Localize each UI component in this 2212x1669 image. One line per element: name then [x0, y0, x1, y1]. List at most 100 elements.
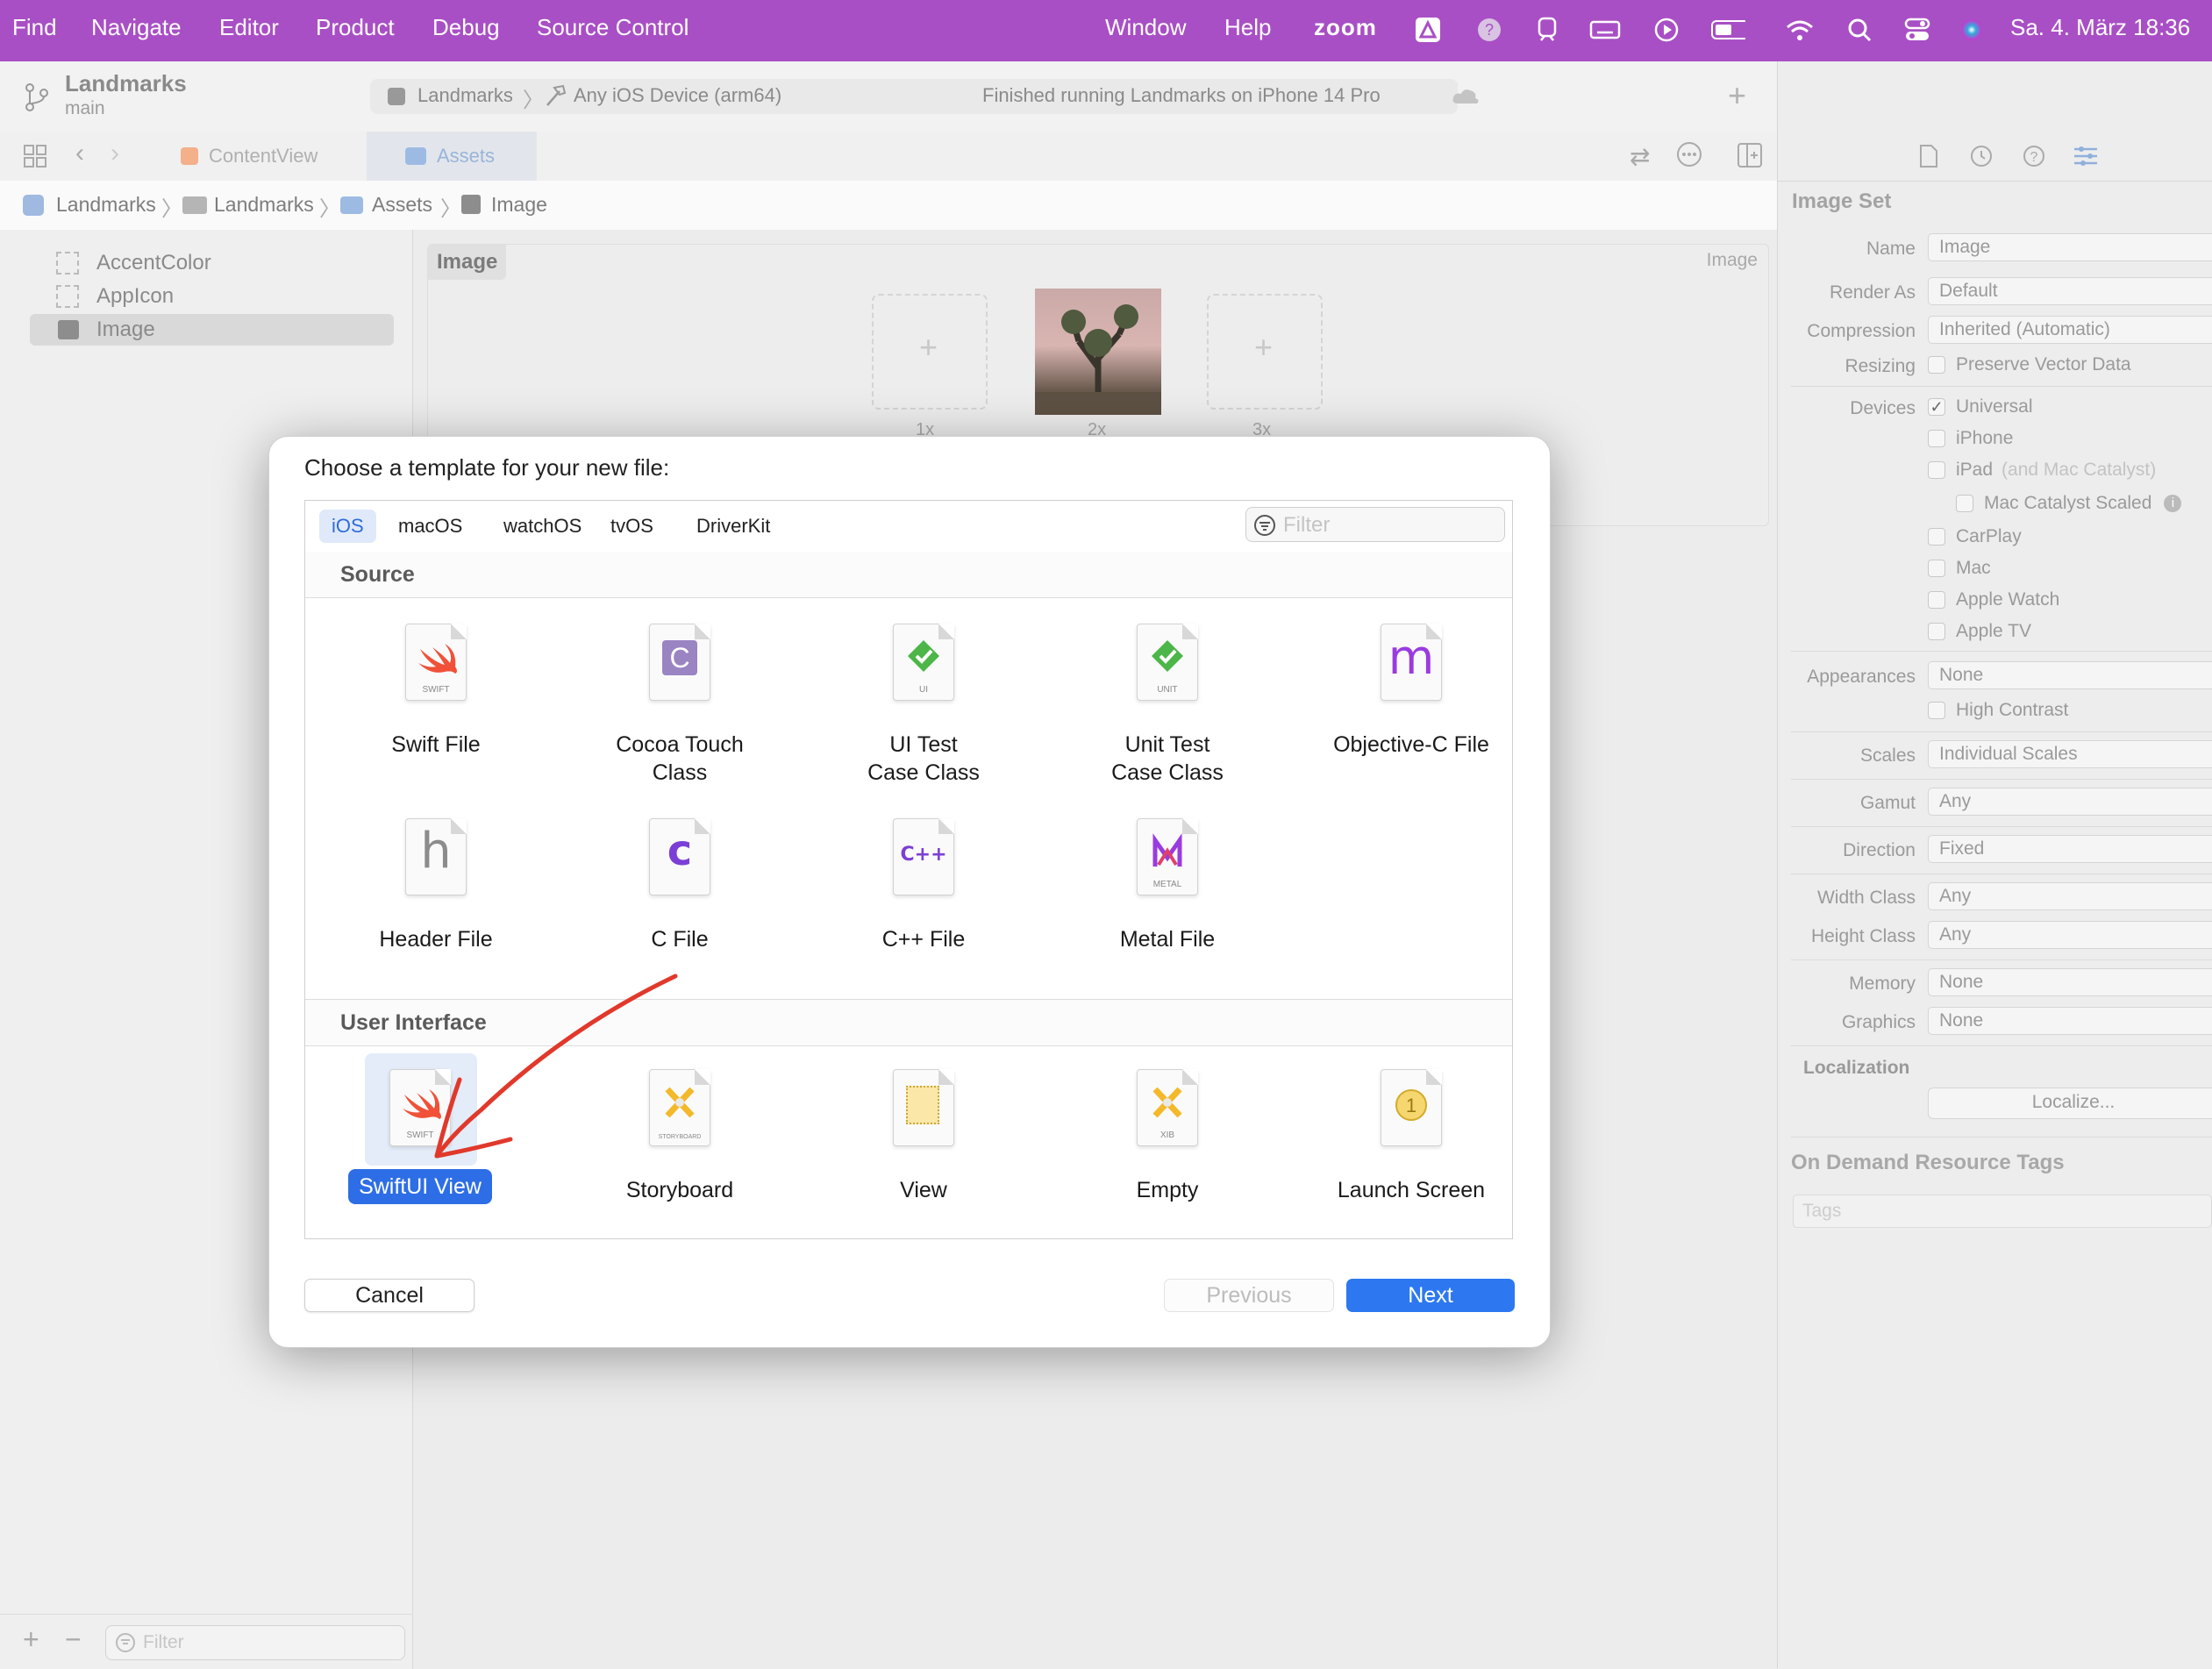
template-swiftui-view[interactable]: SWIFT SwiftUI View — [302, 1069, 539, 1204]
localize-button[interactable]: Localize... — [1928, 1088, 2212, 1119]
tab-driverkit[interactable]: DriverKit — [684, 510, 782, 543]
height-class-select[interactable]: Any — [1928, 921, 2212, 949]
previous-button[interactable]: Previous — [1164, 1279, 1334, 1312]
template-filter-input[interactable]: Filter — [1245, 507, 1505, 542]
grid-icon[interactable] — [23, 144, 47, 173]
render-as-select[interactable]: Default — [1928, 277, 2212, 305]
menu-debug[interactable]: Debug — [432, 14, 500, 41]
tab-macos[interactable]: macOS — [386, 510, 475, 543]
template-ui-test-case-class[interactable]: UI UI Test Case Class — [805, 624, 1042, 787]
tab-ios[interactable]: iOS — [319, 510, 376, 543]
cancel-button[interactable]: Cancel — [304, 1279, 475, 1312]
template-storyboard[interactable]: STORYBOARD Storyboard — [561, 1069, 798, 1204]
template-objective-c-file[interactable]: m Objective-C File — [1293, 624, 1530, 759]
history-icon[interactable] — [1969, 144, 1994, 173]
high-contrast-checkbox[interactable]: High Contrast — [1928, 700, 2068, 721]
menu-editor[interactable]: Editor — [219, 14, 279, 41]
zoom-menu[interactable]: zoom — [1314, 14, 1377, 41]
nav-item-image[interactable]: Image — [30, 314, 394, 346]
menu-help[interactable]: Help — [1224, 14, 1271, 41]
tab-watchos[interactable]: watchOS — [491, 510, 594, 543]
graphics-select[interactable]: None — [1928, 1007, 2212, 1035]
gamut-select[interactable]: Any — [1928, 788, 2212, 816]
template-unit-test-case-class[interactable]: UNIT Unit Test Case Class — [1049, 624, 1286, 787]
inspector-tabs: ? — [1778, 132, 2212, 182]
branch-icon[interactable] — [23, 82, 49, 117]
menu-source-control[interactable]: Source Control — [537, 14, 689, 41]
preserve-vector-checkbox[interactable]: Preserve Vector Data — [1928, 354, 2131, 375]
template-swift-file[interactable]: SWIFT Swift File — [318, 624, 554, 759]
menu-product[interactable]: Product — [316, 14, 395, 41]
help-circle-icon[interactable]: ? — [1472, 12, 1507, 47]
back-icon[interactable]: ‹ — [75, 139, 84, 168]
device-mac-checkbox[interactable]: Mac — [1928, 558, 1991, 579]
device-apple-tv-checkbox[interactable]: Apple TV — [1928, 621, 2031, 642]
device-apple-watch-checkbox[interactable]: Apple Watch — [1928, 589, 2059, 610]
navigator-filter-input[interactable]: Filter — [105, 1625, 405, 1660]
direction-select[interactable]: Fixed — [1928, 835, 2212, 863]
train-icon[interactable] — [1530, 12, 1565, 47]
siri-icon[interactable] — [1954, 12, 1989, 47]
template-metal-file[interactable]: METAL Metal File — [1049, 818, 1286, 953]
scheme-selector[interactable]: Landmarks — [417, 84, 513, 107]
template-cpp-file[interactable]: C++ C++ File — [805, 818, 1042, 953]
tab-tvos[interactable]: tvOS — [598, 510, 666, 543]
nav-item-accentcolor[interactable]: AccentColor — [30, 247, 394, 279]
remove-icon[interactable]: − — [65, 1623, 82, 1656]
swift-icon: SWIFT — [405, 624, 467, 701]
add-icon[interactable]: + — [23, 1623, 39, 1656]
keyboard-icon[interactable] — [1588, 12, 1623, 47]
section-header-user-interface: User Interface — [305, 999, 1512, 1046]
search-icon[interactable] — [1842, 12, 1877, 47]
compression-select[interactable]: Inherited (Automatic) — [1928, 316, 2212, 344]
scales-select[interactable]: Individual Scales — [1928, 740, 2212, 768]
split-editor-icon[interactable] — [1737, 142, 1763, 173]
template-empty[interactable]: XIB Empty — [1049, 1069, 1286, 1204]
appearances-select[interactable]: None — [1928, 661, 2212, 689]
device-ipad-checkbox[interactable]: iPad (and Mac Catalyst) — [1928, 460, 2156, 481]
menu-find[interactable]: Find — [12, 14, 57, 41]
breadcrumb-project[interactable]: Landmarks — [56, 193, 156, 217]
name-label: Name — [1866, 239, 1916, 259]
template-launch-screen[interactable]: 1 Launch Screen — [1293, 1069, 1530, 1204]
wifi-icon[interactable] — [1782, 12, 1817, 47]
device-universal-checkbox[interactable]: ✓ Universal — [1928, 396, 2033, 417]
branch-name[interactable]: main — [65, 98, 105, 119]
device-iphone-checkbox[interactable]: iPhone — [1928, 428, 2013, 449]
memory-select[interactable]: None — [1928, 968, 2212, 996]
file-inspector-icon[interactable] — [1918, 144, 1939, 173]
quick-help-icon[interactable]: ? — [2022, 144, 2046, 173]
next-button[interactable]: Next — [1346, 1279, 1515, 1312]
breadcrumb-group[interactable]: Landmarks — [214, 193, 314, 217]
info-icon[interactable]: i — [2164, 495, 2182, 512]
play-icon[interactable] — [1649, 12, 1684, 47]
slot-1x[interactable]: + — [872, 294, 988, 410]
width-class-select[interactable]: Any — [1928, 882, 2212, 910]
destination-selector[interactable]: Any iOS Device (arm64) — [574, 84, 781, 107]
mac-catalyst-scaled-checkbox[interactable]: Mac Catalyst Scaled i — [1956, 493, 2182, 514]
slot-3x[interactable]: + — [1207, 294, 1323, 410]
add-icon[interactable]: + — [1728, 77, 1746, 114]
control-center-icon[interactable] — [1900, 12, 1935, 47]
template-view[interactable]: View — [805, 1069, 1042, 1204]
device-carplay-checkbox[interactable]: CarPlay — [1928, 526, 2022, 547]
menubar-clock[interactable]: Sa. 4. März 18:36 — [2010, 14, 2190, 41]
attributes-inspector-icon[interactable] — [2073, 144, 2099, 173]
name-field[interactable]: Image — [1928, 233, 2212, 261]
triangle-app-icon[interactable] — [1410, 12, 1445, 47]
breadcrumb-image[interactable]: Image — [491, 193, 547, 217]
breadcrumb-assets[interactable]: Assets — [372, 193, 432, 217]
template-c-file[interactable]: c C File — [561, 818, 798, 953]
more-icon[interactable] — [1675, 140, 1703, 173]
tab-assets[interactable]: Assets — [367, 132, 537, 181]
slot-2x-image[interactable] — [1035, 289, 1161, 415]
menu-window[interactable]: Window — [1105, 14, 1186, 41]
tags-input[interactable]: Tags — [1793, 1195, 2212, 1228]
template-header-file[interactable]: h Header File — [318, 818, 554, 953]
swap-icon[interactable]: ⇄ — [1630, 142, 1650, 171]
tab-contentview[interactable]: ContentView — [154, 132, 365, 181]
nav-item-appicon[interactable]: AppIcon — [30, 281, 394, 312]
menu-navigate[interactable]: Navigate — [91, 14, 182, 41]
template-cocoa-touch-class[interactable]: C Cocoa Touch Class — [561, 624, 798, 787]
forward-icon[interactable]: › — [111, 139, 119, 168]
